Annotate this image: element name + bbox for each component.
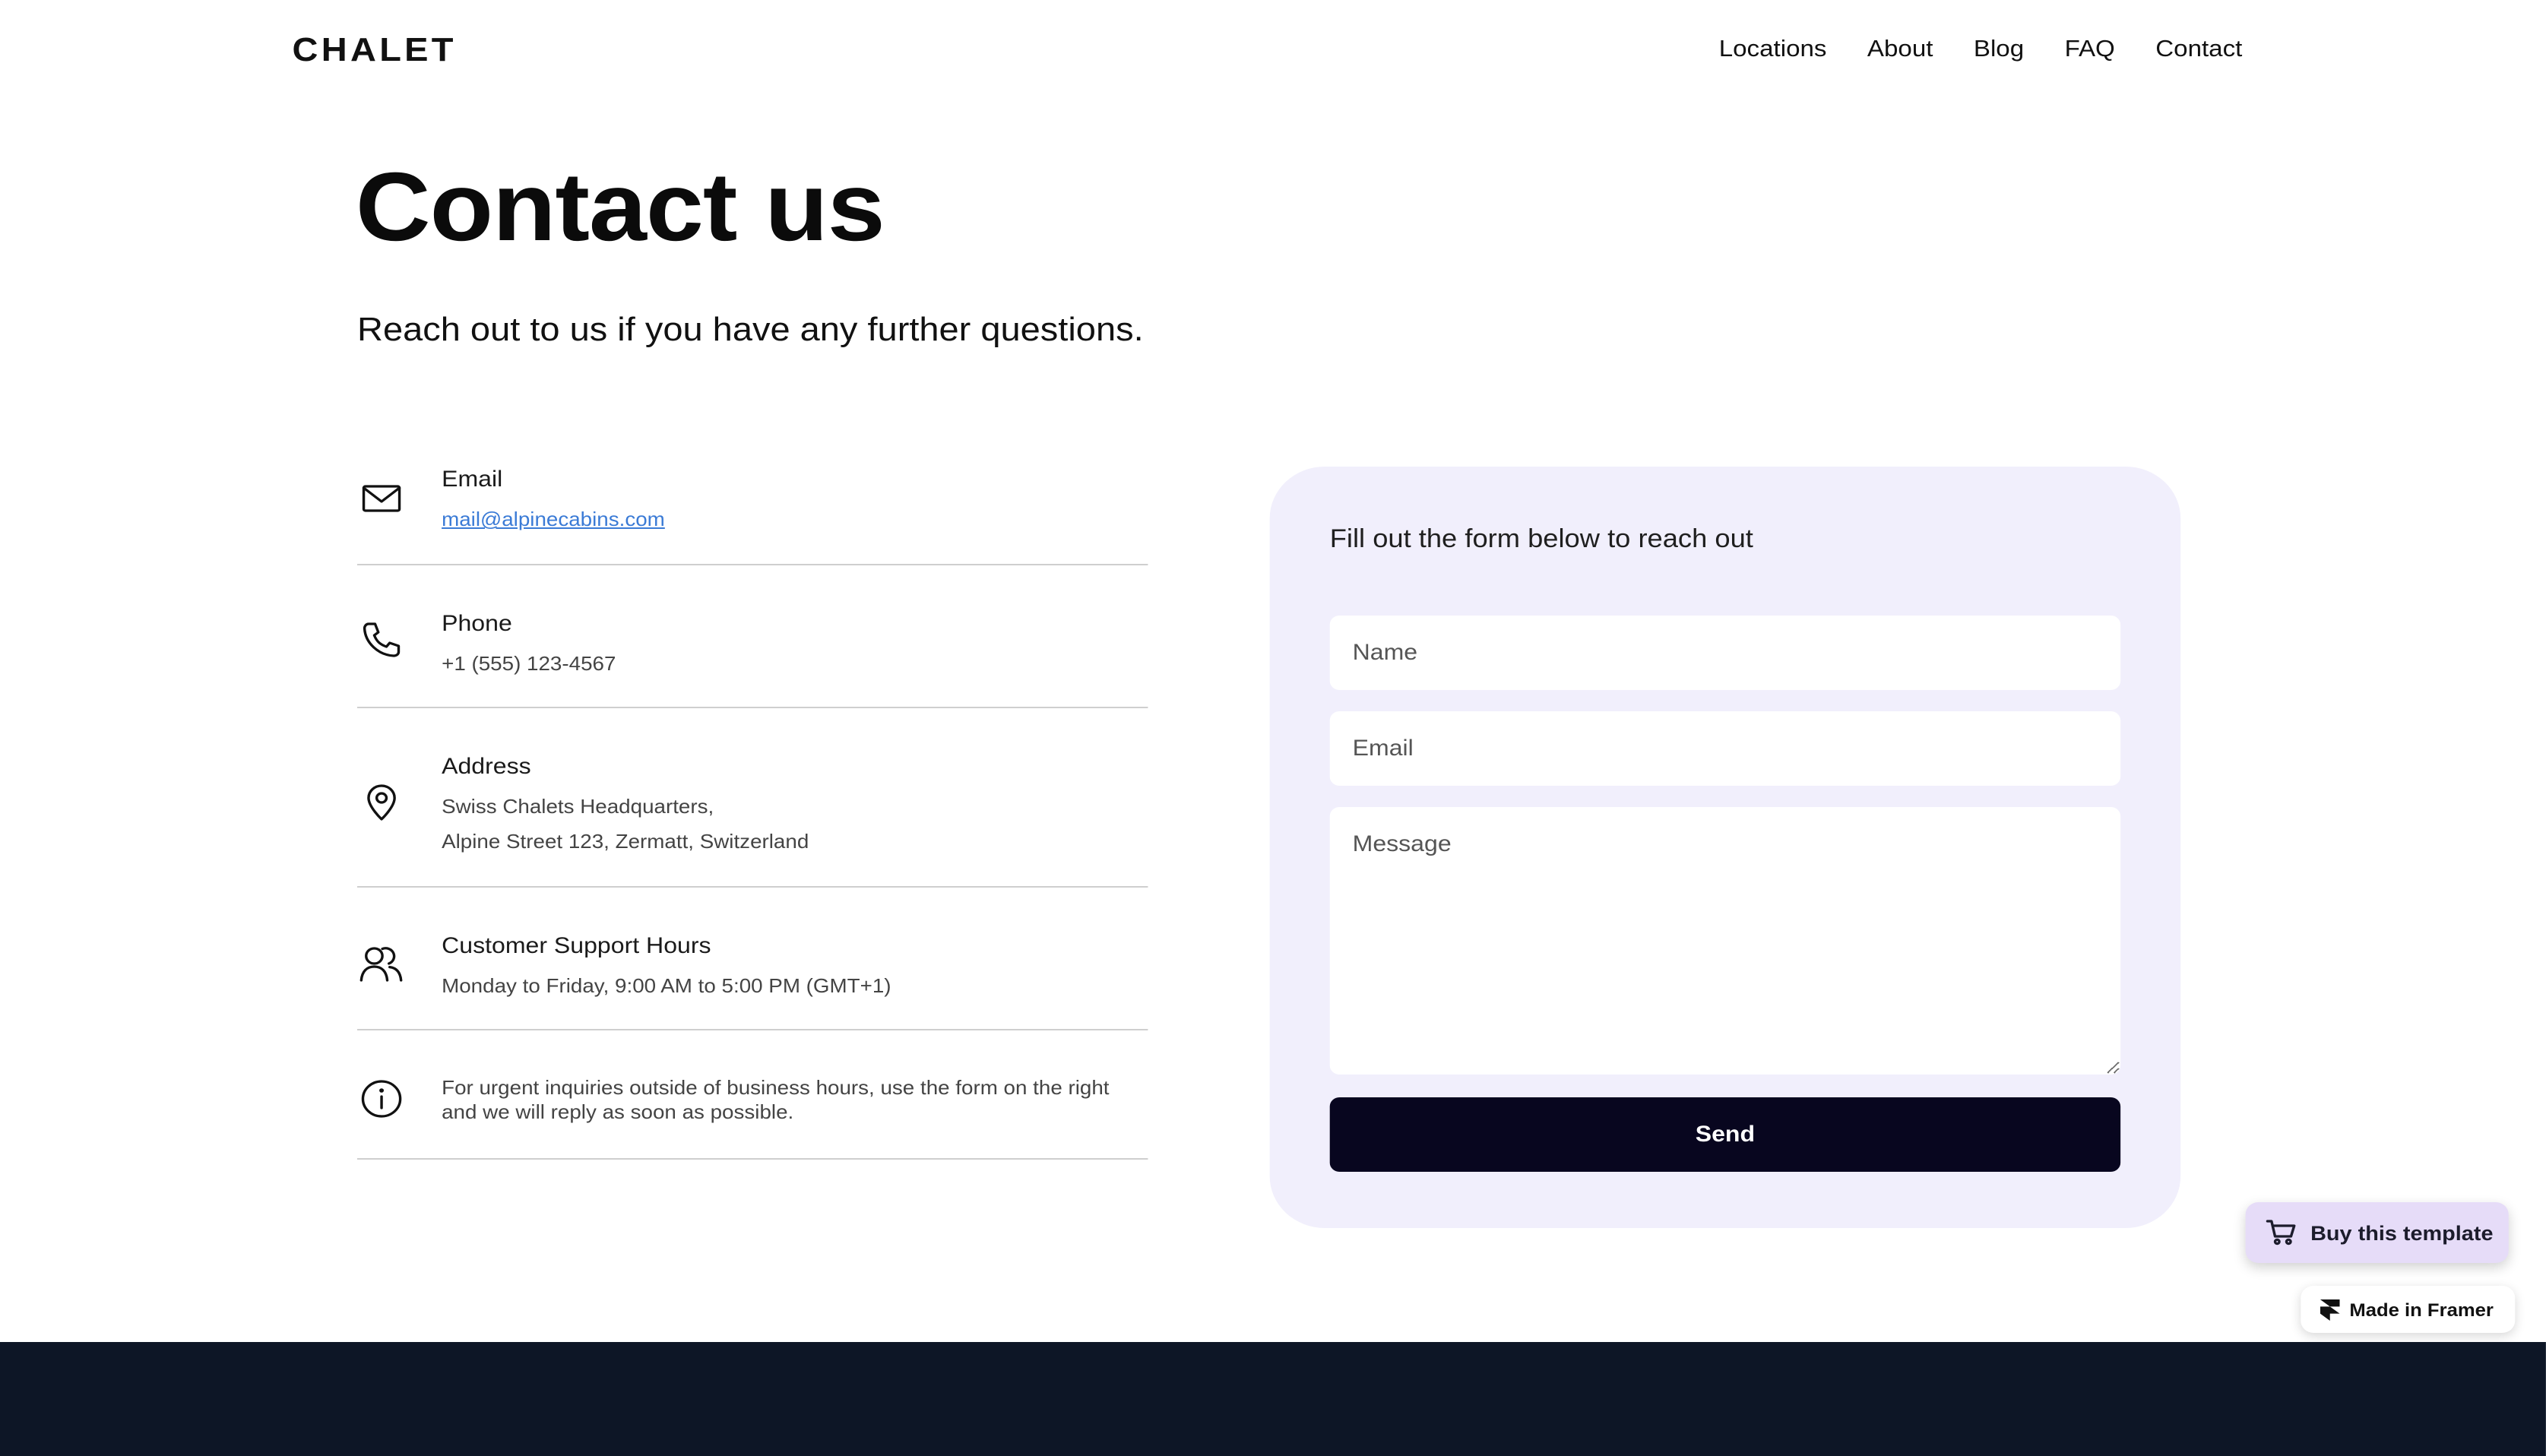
email-label: Email [442,467,503,492]
page-title: Contact us [355,152,885,261]
main-nav: Locations About Blog FAQ Contact [1719,36,2243,64]
name-input[interactable] [1329,616,2121,690]
contact-page: CHALET Locations About Blog FAQ Contact … [0,0,2546,1456]
email-link[interactable]: mail@alpinecabins.com [442,508,665,530]
contact-form-card: Fill out the form below to reach out Sen… [1269,467,2181,1228]
framer-label: Made in Framer [2349,1299,2494,1320]
form-heading: Fill out the form below to reach out [1329,524,1753,553]
page-subtitle: Reach out to us if you have any further … [357,310,1144,348]
phone-icon [357,617,406,663]
phone-value: +1 (555) 123-4567 [442,652,616,675]
location-pin-icon [357,780,406,825]
footer [0,1342,2546,1456]
phone-label: Phone [442,611,512,637]
nav-locations[interactable]: Locations [1719,36,1827,64]
contact-info-list: Email mail@alpinecabins.com Phone +1 (55… [357,444,1148,1160]
nav-faq[interactable]: FAQ [2065,36,2115,64]
support-hours-label: Customer Support Hours [442,933,711,959]
mail-icon [357,476,406,521]
urgent-note: For urgent inquiries outside of business… [442,1076,1110,1123]
support-hours-value: Monday to Friday, 9:00 AM to 5:00 PM (GM… [442,974,891,997]
info-item-phone: Phone +1 (555) 123-4567 [357,565,1148,708]
info-icon [357,1076,406,1122]
nav-about[interactable]: About [1867,36,1933,64]
nav-contact[interactable]: Contact [2155,36,2242,64]
address-label: Address [442,754,531,780]
info-item-address: Address Swiss Chalets Headquarters, Alpi… [357,708,1148,888]
info-item-note: For urgent inquiries outside of business… [357,1030,1148,1160]
framer-logo-icon [2320,1299,2340,1320]
info-item-email: Email mail@alpinecabins.com [357,444,1148,565]
buy-template-label: Buy this template [2310,1221,2494,1244]
cart-icon [2266,1220,2296,1246]
buy-template-button[interactable]: Buy this template [2245,1202,2509,1263]
message-textarea[interactable] [1329,807,2121,1075]
users-icon [357,941,406,986]
email-input[interactable] [1329,711,2121,786]
address-line-2: Alpine Street 123, Zermatt, Switzerland [442,830,809,853]
address-line-1: Swiss Chalets Headquarters, [442,795,714,818]
made-in-framer-badge[interactable]: Made in Framer [2301,1286,2516,1333]
send-button[interactable]: Send [1329,1097,2121,1172]
nav-blog[interactable]: Blog [1974,36,2024,64]
info-item-support-hours: Customer Support Hours Monday to Friday,… [357,888,1148,1030]
logo[interactable]: CHALET [293,30,457,70]
